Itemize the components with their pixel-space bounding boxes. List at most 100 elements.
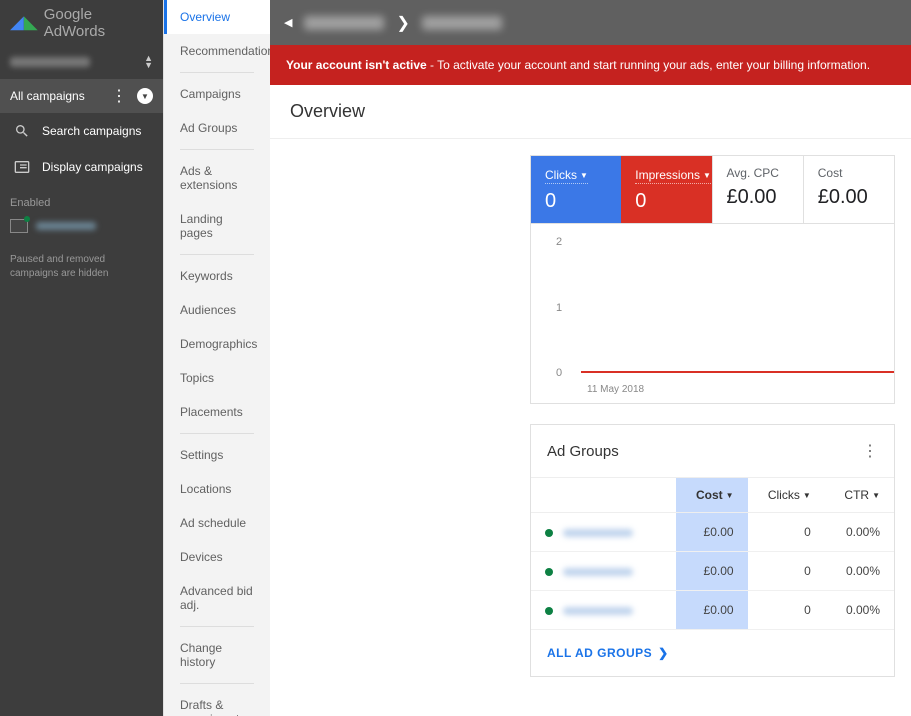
caret-down-icon: ▼	[703, 171, 711, 180]
breadcrumb-back-icon[interactable]: ◀	[284, 16, 292, 29]
account-name	[10, 57, 90, 67]
stat-impressions-label: Impressions	[635, 168, 700, 182]
subnav-recommendations[interactable]: Recommendations	[164, 34, 270, 68]
subnav-placements[interactable]: Placements	[164, 395, 270, 429]
caret-down-icon: ▼	[726, 491, 734, 500]
sidebar-item-search-campaigns[interactable]: Search campaigns	[0, 113, 163, 149]
stat-cpc-label: Avg. CPC	[727, 166, 789, 180]
subnav-settings[interactable]: Settings	[164, 438, 270, 472]
sub-navigation: Overview Recommendations Campaigns Ad Gr…	[163, 0, 270, 716]
alert-banner[interactable]: Your account isn't active - To activate …	[270, 45, 911, 85]
expand-icon: ▲▼	[144, 55, 153, 69]
subnav-ad-groups[interactable]: Ad Groups	[164, 111, 270, 145]
ytick-1: 1	[556, 302, 562, 314]
row-clicks: 0	[748, 591, 825, 630]
alert-text: - To activate your account and start run…	[427, 58, 870, 72]
brand-text: Google AdWords	[44, 6, 153, 40]
caret-down-icon: ▼	[580, 171, 588, 180]
subnav-locations[interactable]: Locations	[164, 472, 270, 506]
status-dot-icon	[545, 529, 553, 537]
subnav-topics[interactable]: Topics	[164, 361, 270, 395]
stat-cost-label: Cost	[818, 166, 880, 180]
display-campaigns-label: Display campaigns	[42, 160, 143, 174]
stat-clicks[interactable]: Clicks ▼ 0	[531, 156, 621, 223]
chevron-right-icon: ❯	[396, 13, 409, 33]
collapse-circle-icon[interactable]: ▼	[137, 88, 153, 104]
breadcrumb-item[interactable]	[304, 16, 384, 30]
account-selector[interactable]: ▲▼	[0, 45, 163, 79]
ytick-0: 0	[556, 367, 562, 379]
enabled-campaign-item[interactable]	[10, 219, 153, 233]
row-clicks: 0	[748, 552, 825, 591]
search-icon	[14, 123, 30, 139]
stat-clicks-label: Clicks	[545, 168, 577, 182]
adgroup-name	[563, 529, 633, 537]
subnav-audiences[interactable]: Audiences	[164, 293, 270, 327]
sidebar-item-display-campaigns[interactable]: Display campaigns	[0, 149, 163, 185]
subnav-demographics[interactable]: Demographics	[164, 327, 270, 361]
subnav-landing-pages[interactable]: Landing pages	[164, 202, 270, 250]
more-vert-icon[interactable]: ⋮	[862, 441, 878, 461]
performance-chart: 2 1 0 11 May 2018	[530, 224, 895, 404]
stat-cost[interactable]: Cost £0.00	[803, 156, 894, 223]
chart-xlabel: 11 May 2018	[587, 384, 644, 395]
stat-impressions[interactable]: Impressions ▼ 0	[621, 156, 711, 223]
all-campaigns-label: All campaigns	[10, 89, 85, 103]
ytick-2: 2	[556, 236, 562, 248]
page-title: Overview	[290, 101, 891, 122]
table-row[interactable]: £0.00 0 0.00%	[531, 591, 894, 630]
caret-down-icon: ▼	[803, 491, 811, 500]
table-row[interactable]: £0.00 0 0.00%	[531, 552, 894, 591]
adgroup-name	[563, 607, 633, 615]
table-row[interactable]: £0.00 0 0.00%	[531, 513, 894, 552]
subnav-advanced-bid[interactable]: Advanced bid adj.	[164, 574, 270, 622]
subnav-ads-extensions[interactable]: Ads & extensions	[164, 154, 270, 202]
ad-groups-card: Ad Groups ⋮ Cost ▼ Clicks ▼ CTR ▼	[530, 424, 895, 677]
row-ctr: 0.00%	[825, 591, 894, 630]
row-cost: £0.00	[676, 513, 747, 552]
all-ad-groups-link[interactable]: ALL AD GROUPS ❯	[547, 646, 669, 660]
alert-bold-text: Your account isn't active	[286, 58, 427, 72]
paused-hidden-text: Paused and removed campaigns are hidden	[0, 241, 163, 293]
subnav-overview[interactable]: Overview	[164, 0, 270, 34]
brand-logo: ◢◣ Google AdWords	[0, 0, 163, 45]
status-dot-icon	[545, 568, 553, 576]
display-icon	[14, 159, 30, 175]
stat-impressions-value: 0	[635, 190, 697, 213]
search-campaigns-label: Search campaigns	[42, 124, 141, 138]
row-ctr: 0.00%	[825, 552, 894, 591]
col-clicks[interactable]: Clicks ▼	[748, 478, 825, 513]
all-campaigns-row[interactable]: All campaigns ⋮ ▼	[0, 79, 163, 113]
subnav-keywords[interactable]: Keywords	[164, 259, 270, 293]
caret-down-icon: ▼	[872, 491, 880, 500]
ad-groups-title: Ad Groups	[547, 443, 619, 460]
breadcrumb: ◀ ❯	[270, 0, 911, 45]
campaign-type-icon	[10, 219, 28, 233]
stats-summary: Clicks ▼ 0 Impressions ▼ 0 Avg. CPC £0.0…	[530, 155, 895, 224]
adwords-logo-icon: ◢◣	[10, 12, 38, 33]
subnav-campaigns[interactable]: Campaigns	[164, 77, 270, 111]
col-cost[interactable]: Cost ▼	[676, 478, 747, 513]
adgroup-name	[563, 568, 633, 576]
stat-clicks-value: 0	[545, 190, 607, 213]
more-vert-icon[interactable]: ⋮	[111, 86, 127, 106]
status-dot-icon	[545, 607, 553, 615]
chart-line	[581, 371, 894, 373]
subnav-drafts[interactable]: Drafts & experiments	[164, 688, 270, 716]
ad-groups-table: Cost ▼ Clicks ▼ CTR ▼ £0.00 0 0.00%	[531, 477, 894, 630]
row-cost: £0.00	[676, 552, 747, 591]
campaign-name	[36, 222, 96, 230]
breadcrumb-item[interactable]	[422, 16, 502, 30]
subnav-devices[interactable]: Devices	[164, 540, 270, 574]
stat-cpc-value: £0.00	[727, 186, 789, 209]
subnav-change-history[interactable]: Change history	[164, 631, 270, 679]
stat-cost-value: £0.00	[818, 186, 880, 209]
subnav-ad-schedule[interactable]: Ad schedule	[164, 506, 270, 540]
main-sidebar: ◢◣ Google AdWords ▲▼ All campaigns ⋮ ▼ S…	[0, 0, 163, 716]
stat-avg-cpc[interactable]: Avg. CPC £0.00	[712, 156, 803, 223]
row-clicks: 0	[748, 513, 825, 552]
enabled-label: Enabled	[10, 197, 153, 209]
col-ctr[interactable]: CTR ▼	[825, 478, 894, 513]
row-ctr: 0.00%	[825, 513, 894, 552]
row-cost: £0.00	[676, 591, 747, 630]
